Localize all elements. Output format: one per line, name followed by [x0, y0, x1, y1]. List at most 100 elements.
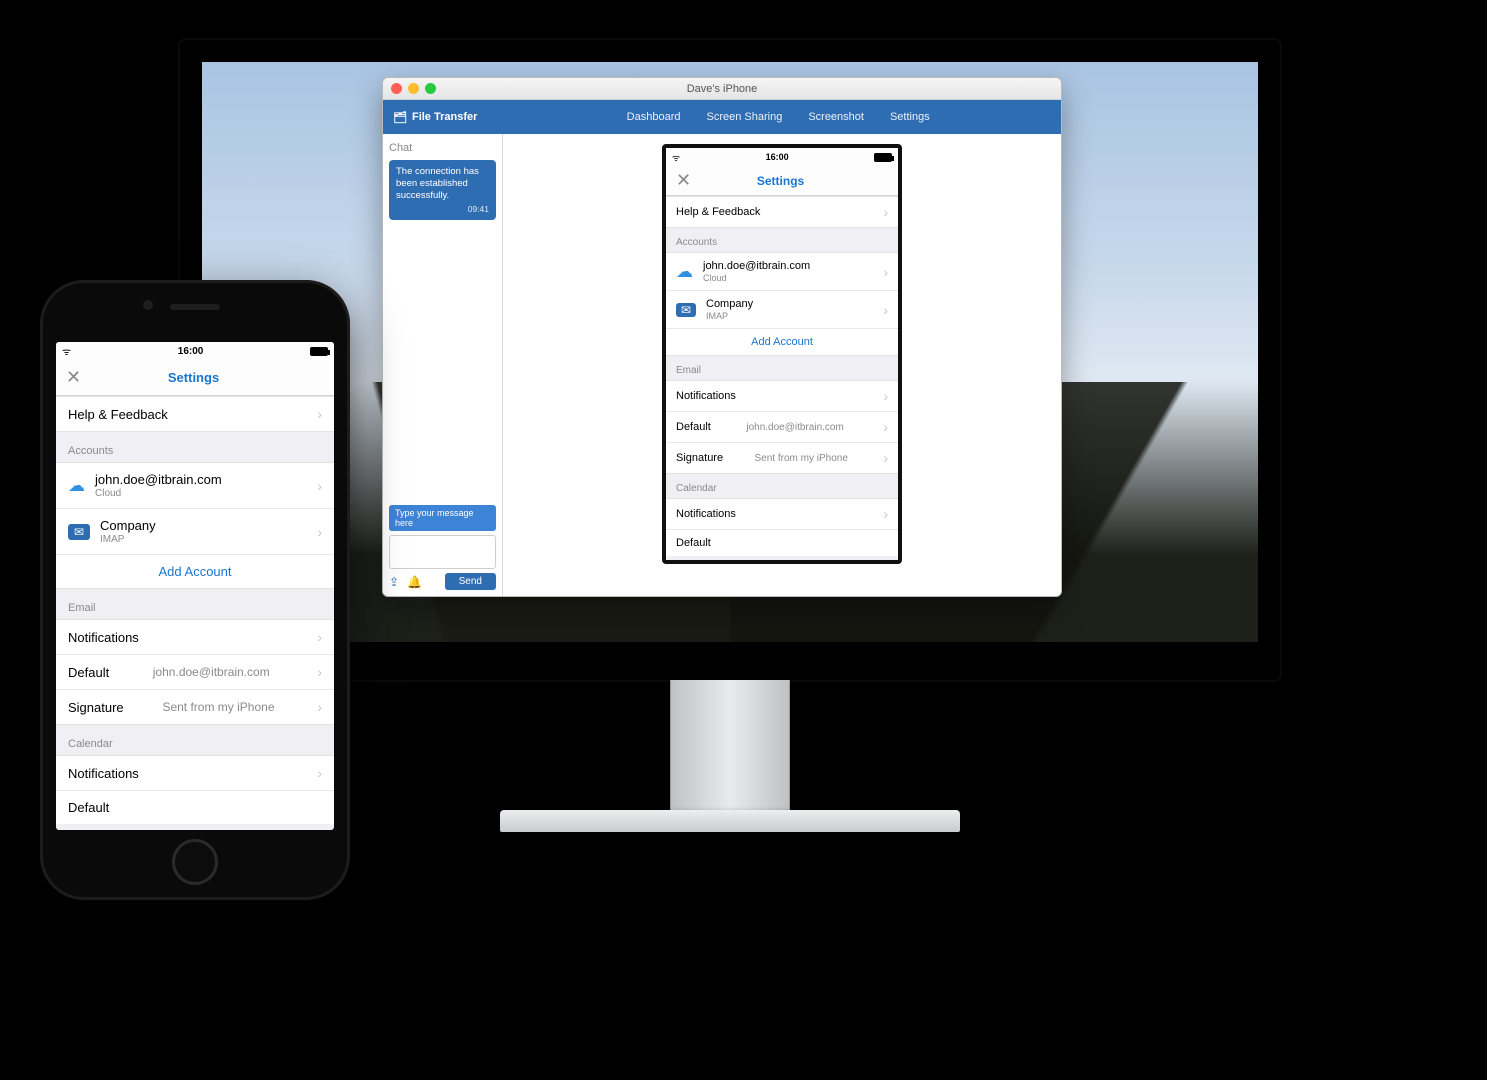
- row-email-notifications[interactable]: Notifications ›: [56, 619, 334, 655]
- chevron-right-icon: ›: [317, 406, 322, 422]
- nav-title: Settings: [81, 370, 306, 385]
- minimize-icon[interactable]: [408, 83, 419, 94]
- row-cal-default[interactable]: Default: [666, 529, 898, 556]
- mail-icon: ✉: [676, 303, 696, 317]
- tab-settings[interactable]: Settings: [890, 111, 930, 123]
- notify-icon[interactable]: 🔔: [407, 575, 422, 589]
- chevron-right-icon: ›: [317, 629, 322, 645]
- chevron-right-icon: ›: [317, 478, 322, 494]
- monitor-screen: Dave's iPhone 🗂 File Transfer Dashboard …: [202, 62, 1258, 642]
- monitor-stand-neck: [670, 680, 790, 810]
- chevron-right-icon: ›: [317, 524, 322, 540]
- chat-hint: Type your message here: [389, 505, 496, 531]
- chat-actions: ⇪ 🔔 Send: [389, 573, 496, 590]
- chat-panel: Chat The connection has been established…: [383, 134, 503, 596]
- row-email-default[interactable]: Default john.doe@itbrain.com ›: [666, 411, 898, 443]
- add-account-label: Add Account: [751, 336, 813, 348]
- close-icon[interactable]: [391, 83, 402, 94]
- mail-icon: ✉: [68, 524, 90, 540]
- chat-message: The connection has been established succ…: [389, 160, 496, 220]
- account-kind: IMAP: [706, 311, 753, 321]
- screen-share-panel: ᯤ 16:00 ✕ Settings Help & Feedback: [503, 134, 1061, 596]
- files-icon: 🗂: [393, 111, 407, 124]
- chat-heading: Chat: [389, 142, 496, 154]
- monitor-stand-base: [500, 810, 960, 832]
- row-cal-default[interactable]: Default: [56, 790, 334, 824]
- section-calendar: Calendar: [56, 724, 334, 755]
- battery-icon: [874, 153, 892, 162]
- nav-bar: ✕ Settings: [56, 360, 334, 396]
- section-calendar: Calendar: [666, 473, 898, 498]
- row-detail: Sent from my iPhone: [755, 453, 848, 464]
- row-label: Notifications: [676, 508, 736, 520]
- chevron-right-icon: ›: [883, 388, 888, 404]
- row-email-default[interactable]: Default john.doe@itbrain.com ›: [56, 654, 334, 690]
- row-email-notifications[interactable]: Notifications ›: [666, 380, 898, 412]
- wifi-icon: ᯤ: [62, 344, 71, 358]
- tab-dashboard[interactable]: Dashboard: [627, 111, 681, 123]
- account-kind: Cloud: [95, 488, 222, 499]
- close-icon[interactable]: ✕: [66, 367, 81, 388]
- chevron-right-icon: ›: [883, 419, 888, 435]
- account-kind: IMAP: [100, 534, 156, 545]
- section-accounts: Accounts: [56, 431, 334, 462]
- status-bar: ᯤ 16:00: [56, 342, 334, 360]
- chevron-right-icon: ›: [883, 506, 888, 522]
- row-label: Signature: [676, 452, 723, 464]
- row-account-cloud[interactable]: ☁ john.doe@itbrain.com Cloud ›: [666, 252, 898, 291]
- row-add-account[interactable]: Add Account: [56, 554, 334, 589]
- file-transfer-brand[interactable]: 🗂 File Transfer: [393, 111, 477, 124]
- chevron-right-icon: ›: [317, 699, 322, 715]
- send-button[interactable]: Send: [445, 573, 496, 590]
- row-label: Help & Feedback: [68, 407, 168, 422]
- row-label: Signature: [68, 700, 124, 715]
- chevron-right-icon: ›: [317, 664, 322, 680]
- fullscreen-icon[interactable]: [425, 83, 436, 94]
- row-account-imap[interactable]: ✉ Company IMAP ›: [666, 290, 898, 329]
- battery-icon: [310, 347, 328, 356]
- row-cal-notifications[interactable]: Notifications ›: [666, 498, 898, 530]
- chevron-right-icon: ›: [883, 302, 888, 318]
- window-titlebar[interactable]: Dave's iPhone: [383, 78, 1061, 100]
- row-account-imap[interactable]: ✉ Company IMAP ›: [56, 508, 334, 555]
- row-label: Default: [676, 421, 711, 433]
- mirrored-phone: ᯤ 16:00 ✕ Settings Help & Feedback: [662, 144, 902, 564]
- section-accounts: Accounts: [666, 227, 898, 252]
- toolbar-tabs: Dashboard Screen Sharing Screenshot Sett…: [627, 111, 930, 123]
- window-title: Dave's iPhone: [687, 83, 758, 95]
- chat-message-time: 09:41: [396, 204, 489, 215]
- row-label: Notifications: [676, 390, 736, 402]
- row-help-feedback[interactable]: Help & Feedback ›: [56, 396, 334, 432]
- status-clock: 16:00: [71, 346, 310, 357]
- status-clock: 16:00: [680, 152, 874, 162]
- cloud-icon: ☁: [68, 476, 85, 496]
- app-toolbar: 🗂 File Transfer Dashboard Screen Sharing…: [383, 100, 1061, 134]
- row-detail: Sent from my iPhone: [162, 700, 274, 714]
- chevron-right-icon: ›: [317, 765, 322, 781]
- status-bar: ᯤ 16:00: [666, 148, 898, 166]
- tab-screen-sharing[interactable]: Screen Sharing: [706, 111, 782, 123]
- row-add-account[interactable]: Add Account: [666, 328, 898, 356]
- row-detail: john.doe@itbrain.com: [153, 665, 270, 679]
- attach-contact-icon[interactable]: ⇪: [389, 575, 399, 589]
- iphone-screen: ᯤ 16:00 ✕ Settings Help & Feedback › Acc…: [56, 342, 334, 830]
- iphone-device: ᯤ 16:00 ✕ Settings Help & Feedback › Acc…: [40, 280, 350, 900]
- nav-bar: ✕ Settings: [666, 166, 898, 196]
- home-button[interactable]: [172, 839, 218, 885]
- section-email: Email: [666, 355, 898, 380]
- row-help-feedback[interactable]: Help & Feedback ›: [666, 196, 898, 228]
- row-email-signature[interactable]: Signature Sent from my iPhone ›: [56, 689, 334, 725]
- row-account-cloud[interactable]: ☁ john.doe@itbrain.com Cloud ›: [56, 462, 334, 509]
- row-label: Notifications: [68, 630, 139, 645]
- close-icon[interactable]: ✕: [676, 170, 691, 191]
- row-email-signature[interactable]: Signature Sent from my iPhone ›: [666, 442, 898, 474]
- cloud-icon: ☁: [676, 262, 693, 282]
- row-cal-notifications[interactable]: Notifications ›: [56, 755, 334, 791]
- chat-input[interactable]: [389, 535, 496, 569]
- wifi-icon: ᯤ: [672, 151, 680, 164]
- account-kind: Cloud: [703, 273, 810, 283]
- tab-screenshot[interactable]: Screenshot: [808, 111, 864, 123]
- brand-label: File Transfer: [412, 111, 477, 123]
- window-traffic-lights[interactable]: [391, 83, 436, 94]
- section-email: Email: [56, 588, 334, 619]
